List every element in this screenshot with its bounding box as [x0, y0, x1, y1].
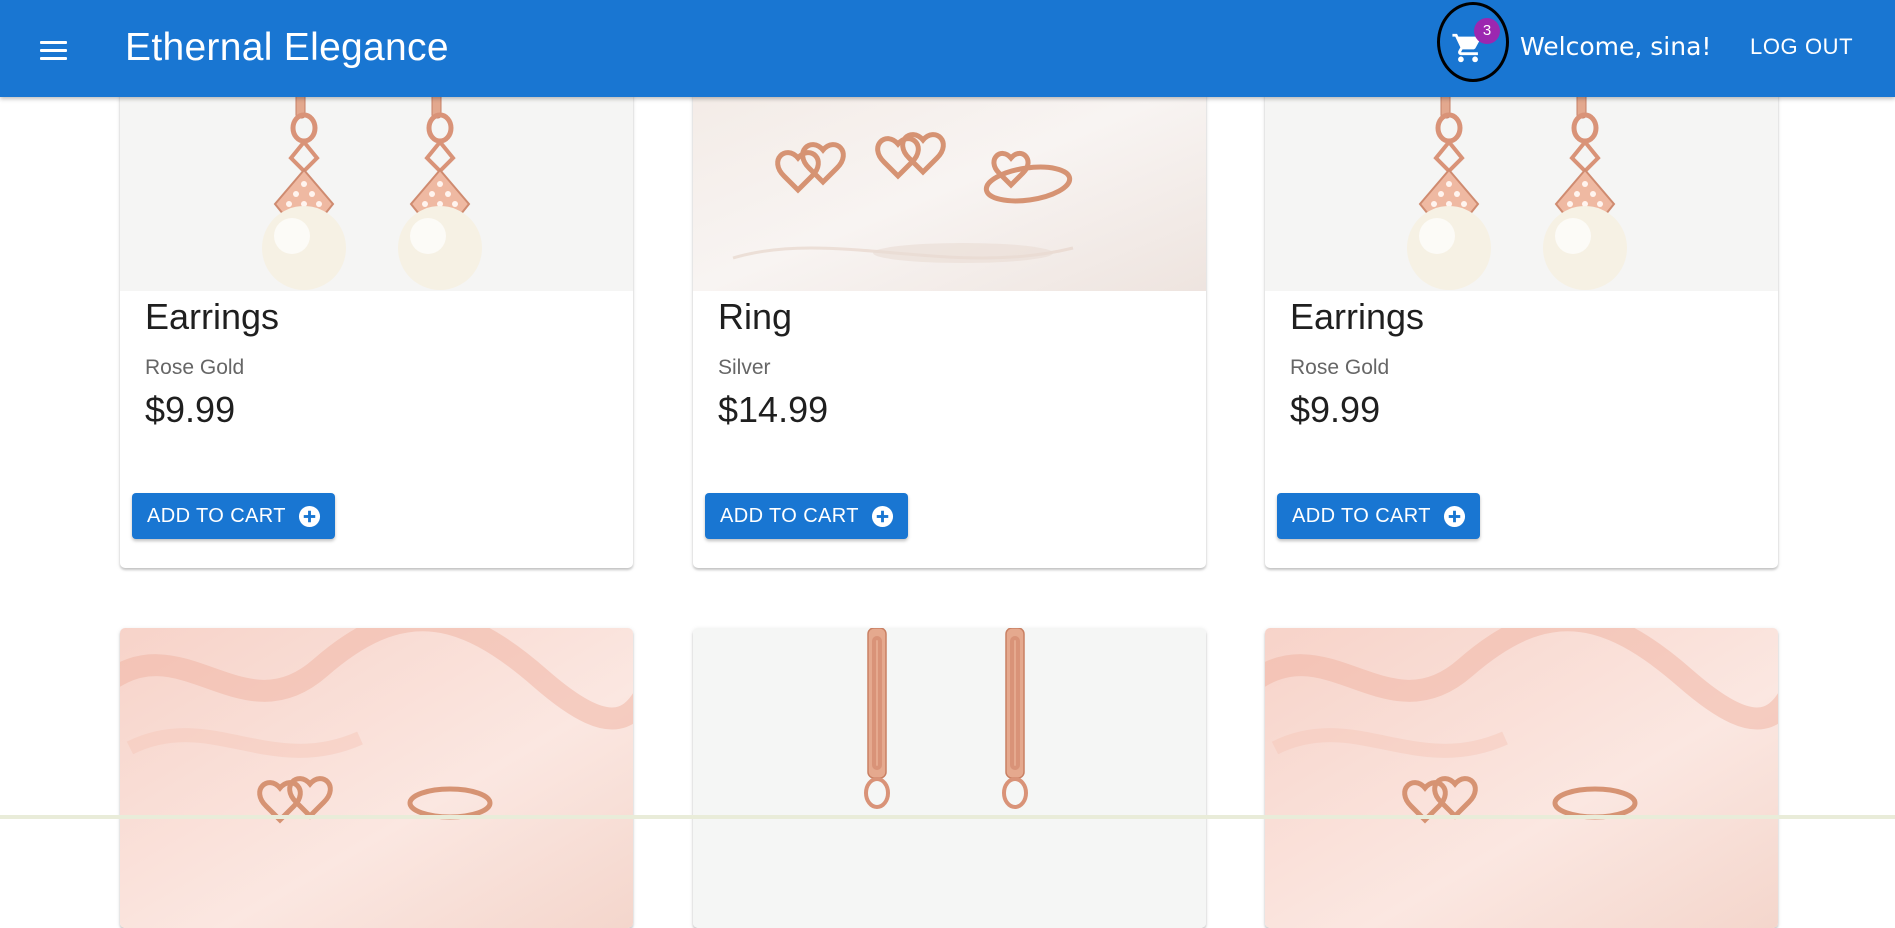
- product-card: [120, 628, 633, 928]
- product-card: [693, 628, 1206, 928]
- product-card: [1265, 628, 1778, 928]
- product-image: [120, 78, 633, 291]
- product-price: $9.99: [145, 389, 236, 430]
- product-material: Silver: [718, 356, 771, 379]
- product-name: Ring: [718, 296, 793, 337]
- cart-button[interactable]: 3: [1437, 2, 1515, 86]
- menu-icon[interactable]: [33, 30, 73, 70]
- app-bar: Ethernal Elegance 3 Welcome, sina! LOG O…: [0, 0, 1895, 97]
- product-image: [1265, 628, 1778, 928]
- product-image: [1265, 78, 1778, 291]
- product-image: [693, 628, 1206, 928]
- product-material: Rose Gold: [145, 356, 245, 379]
- app-title: Ethernal Elegance: [125, 26, 449, 69]
- product-material: Rose Gold: [1290, 356, 1390, 379]
- add-to-cart-button[interactable]: ADD TO CART: [132, 493, 335, 539]
- product-name: Earrings: [1290, 296, 1425, 337]
- product-card: Earrings Rose Gold $9.99 ADD TO CART: [1265, 78, 1778, 568]
- product-price: $9.99: [1290, 389, 1381, 430]
- add-to-cart-label: ADD TO CART: [720, 505, 859, 527]
- cart-count-badge: 3: [1474, 18, 1500, 44]
- logout-button[interactable]: LOG OUT: [1740, 27, 1863, 67]
- add-to-cart-button[interactable]: ADD TO CART: [1277, 493, 1480, 539]
- add-circle-icon: [1443, 505, 1465, 527]
- product-image: [120, 628, 633, 928]
- product-price: $14.99: [718, 389, 829, 430]
- add-circle-icon: [298, 505, 320, 527]
- product-card: Earrings Rose Gold $9.99 ADD TO CART: [120, 78, 633, 568]
- add-to-cart-label: ADD TO CART: [1292, 505, 1431, 527]
- product-card: Ring Silver $14.99 ADD TO CART: [693, 78, 1206, 568]
- welcome-text: Welcome, sina!: [1520, 32, 1712, 61]
- add-to-cart-button[interactable]: ADD TO CART: [705, 493, 908, 539]
- add-circle-icon: [871, 505, 893, 527]
- product-name: Earrings: [145, 296, 280, 337]
- window-bottom-edge: [0, 815, 1895, 819]
- product-image: [693, 78, 1206, 291]
- add-to-cart-label: ADD TO CART: [147, 505, 286, 527]
